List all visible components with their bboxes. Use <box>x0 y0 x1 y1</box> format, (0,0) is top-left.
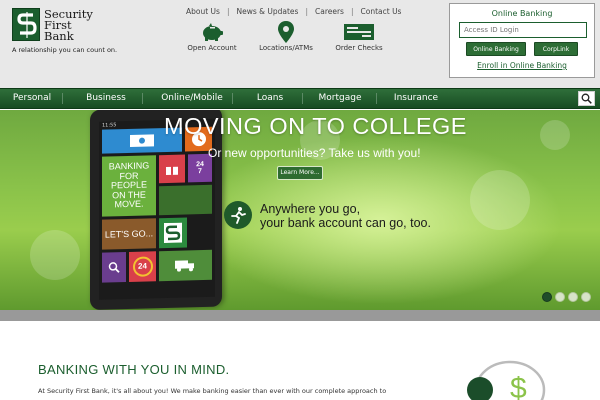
top-link-careers[interactable]: Careers <box>315 7 344 16</box>
bank-tagline: A relationship you can count on. <box>12 46 118 54</box>
quick-link-order-checks[interactable]: Order Checks <box>319 20 399 52</box>
top-link-about[interactable]: About Us <box>186 7 220 16</box>
slide-dot-3[interactable] <box>568 292 578 302</box>
nav-item-mortgage[interactable]: Mortgage <box>312 89 368 108</box>
main-nav: Personal Business Online/Mobile Loans Mo… <box>0 88 600 109</box>
nav-divider <box>376 93 377 104</box>
enroll-link[interactable]: Enroll in Online Banking <box>450 61 594 70</box>
hours-badge: 24 <box>132 256 153 277</box>
nav-item-insurance[interactable]: Insurance <box>388 89 444 108</box>
nav-item-loans[interactable]: Loans <box>246 89 294 108</box>
section-title: BANKING WITH YOU IN MIND. <box>38 362 230 377</box>
dollar-icon: $ <box>460 358 550 400</box>
nav-divider <box>232 93 233 104</box>
quick-link-open-account[interactable]: Open Account <box>172 20 252 52</box>
access-id-input[interactable] <box>459 22 587 38</box>
nav-item-online-mobile[interactable]: Online/Mobile <box>154 89 230 108</box>
corplink-button[interactable]: CorpLink <box>534 42 578 56</box>
quick-link-label: Locations/ATMs <box>259 44 313 52</box>
green-tile <box>159 184 212 216</box>
lets-go-tile: LET'S GO... <box>102 218 156 250</box>
site-header: Security First Bank A relationship you c… <box>0 0 600 88</box>
hours-tile: 24 <box>129 251 156 282</box>
nav-divider <box>142 93 143 104</box>
delivery-tile <box>159 249 212 282</box>
section-text: At Security First Bank, it's all about y… <box>38 387 387 395</box>
phone-image: 11:55 BANKING FOR PEOPLE ON THE MOVE. 24… <box>90 110 222 310</box>
slide-dot-2[interactable] <box>555 292 565 302</box>
logo-tile <box>159 217 187 249</box>
divider: | <box>350 6 354 16</box>
quick-link-locations[interactable]: Locations/ATMs <box>246 20 326 52</box>
phone-screen: 11:55 BANKING FOR PEOPLE ON THE MOVE. 24… <box>99 118 215 300</box>
hero-subtitle: Or new opportunities? Take us with you! <box>208 146 421 160</box>
top-link-news[interactable]: News & Updates <box>237 7 299 16</box>
search-icon <box>581 93 592 104</box>
nav-divider <box>62 93 63 104</box>
gift-tile <box>159 154 185 184</box>
top-links: About Us | News & Updates | Careers | Co… <box>186 5 401 17</box>
logo-mark-icon <box>12 8 40 41</box>
divider: | <box>305 6 308 16</box>
check-icon <box>319 20 399 44</box>
slide-dots <box>542 292 591 302</box>
hero-banner: 11:55 BANKING FOR PEOPLE ON THE MOVE. 24… <box>0 110 600 310</box>
online-banking-panel: Online Banking Online Banking CorpLink E… <box>449 3 595 78</box>
divider: | <box>226 6 230 16</box>
slide-dot-1[interactable] <box>542 292 552 302</box>
runner-icon <box>224 201 252 229</box>
nav-divider <box>302 93 303 104</box>
top-link-contact[interactable]: Contact Us <box>361 7 402 16</box>
map-pin-icon <box>246 20 326 44</box>
bank-name: Security First Bank <box>44 7 93 43</box>
quick-link-label: Open Account <box>187 44 237 52</box>
slide-dot-4[interactable] <box>581 292 591 302</box>
svg-text:$: $ <box>510 372 527 400</box>
piggy-bank-icon <box>172 20 252 44</box>
nav-item-personal[interactable]: Personal <box>4 89 60 108</box>
search-tile <box>102 252 126 283</box>
bokeh-light <box>470 170 530 230</box>
bokeh-light <box>30 230 80 280</box>
quick-link-label: Order Checks <box>335 44 383 52</box>
hero-bottom-bar <box>0 310 600 321</box>
hero-slogan: Anywhere you go, your bank account can g… <box>260 202 431 230</box>
online-banking-button[interactable]: Online Banking <box>466 42 526 56</box>
online-banking-title: Online Banking <box>491 9 553 18</box>
hero-title: MOVING ON TO COLLEGE <box>164 113 467 139</box>
bokeh-light <box>540 120 570 150</box>
nav-item-business[interactable]: Business <box>76 89 136 108</box>
learn-more-button[interactable]: Learn More... <box>277 166 323 180</box>
phone-time: 11:55 <box>102 122 117 129</box>
search-button[interactable] <box>578 91 595 106</box>
banking-tile: BANKING FOR PEOPLE ON THE MOVE. <box>102 155 156 217</box>
